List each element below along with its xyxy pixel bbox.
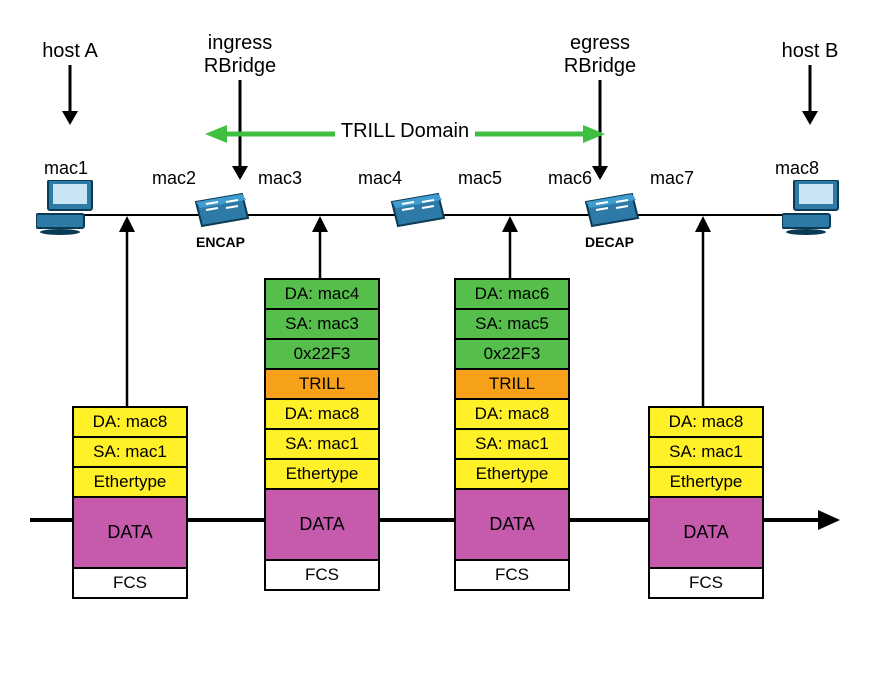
trill-domain-text: TRILL Domain [335, 120, 475, 142]
egress-line1: egress [570, 32, 630, 54]
switch-icon [192, 192, 252, 230]
frame-cell: SA: mac1 [74, 438, 186, 468]
frame-cell: FCS [456, 561, 568, 589]
egress-line2: RBridge [564, 55, 636, 77]
arrow-up-icon [117, 216, 137, 406]
computer-icon [782, 180, 842, 235]
encap-label: ENCAP [196, 234, 245, 250]
frame-stack: DA: mac6SA: mac50x22F3TRILLDA: mac8SA: m… [454, 278, 570, 591]
computer-icon [36, 180, 96, 235]
frame-cell: SA: mac1 [650, 438, 762, 468]
mac2-label: mac2 [152, 168, 196, 189]
mac6-label: mac6 [548, 168, 592, 189]
frame-stack: DA: mac8SA: mac1EthertypeDATAFCS [72, 406, 188, 599]
frame-cell: SA: mac3 [266, 310, 378, 340]
mac8-label: mac8 [775, 158, 819, 179]
frame-stack: DA: mac4SA: mac30x22F3TRILLDA: mac8SA: m… [264, 278, 380, 591]
frame-cell: DA: mac8 [650, 408, 762, 438]
frame-cell: Ethertype [650, 468, 762, 498]
ingress-line1: ingress [208, 32, 272, 54]
frame-cell: DATA [456, 490, 568, 561]
mac7-label: mac7 [650, 168, 694, 189]
frame-cell: DATA [266, 490, 378, 561]
arrow-right-icon [818, 508, 842, 532]
trill-domain-label: TRILL Domain [205, 120, 605, 143]
mac1-label: mac1 [44, 158, 88, 179]
frame-cell: TRILL [456, 370, 568, 400]
frame-cell: DA: mac8 [74, 408, 186, 438]
frame-cell: DATA [74, 498, 186, 569]
frame-cell: SA: mac1 [456, 430, 568, 460]
frame-stack: DA: mac8SA: mac1EthertypeDATAFCS [648, 406, 764, 599]
frame-cell: DA: mac8 [456, 400, 568, 430]
mac5-label: mac5 [458, 168, 502, 189]
frame-cell: FCS [266, 561, 378, 589]
frame-cell: FCS [74, 569, 186, 597]
frame-cell: DA: mac8 [266, 400, 378, 430]
mac4-label: mac4 [358, 168, 402, 189]
frame-cell: SA: mac5 [456, 310, 568, 340]
host-b-text: host B [782, 40, 839, 62]
diagram-stage: host A ingress RBridge egress RBridge ho… [30, 20, 850, 660]
arrow-down-icon [800, 65, 820, 125]
host-b-label: host B [770, 40, 850, 125]
frame-cell: TRILL [266, 370, 378, 400]
frame-cell: 0x22F3 [456, 340, 568, 370]
ingress-label: ingress RBridge [190, 32, 290, 180]
arrow-up-icon [693, 216, 713, 406]
host-a-label: host A [30, 40, 110, 125]
egress-label: egress RBridge [550, 32, 650, 180]
host-a-text: host A [42, 40, 98, 62]
arrow-up-icon [310, 216, 330, 278]
frame-cell: DATA [650, 498, 762, 569]
ingress-line2: RBridge [204, 55, 276, 77]
frame-cell: DA: mac6 [456, 280, 568, 310]
frame-cell: 0x22F3 [266, 340, 378, 370]
frame-cell: DA: mac4 [266, 280, 378, 310]
frame-cell: FCS [650, 569, 762, 597]
frame-cell: Ethertype [74, 468, 186, 498]
frame-cell: Ethertype [266, 460, 378, 490]
mac3-label: mac3 [258, 168, 302, 189]
arrow-up-icon [500, 216, 520, 278]
arrow-down-icon [60, 65, 80, 125]
frame-cell: Ethertype [456, 460, 568, 490]
switch-icon [388, 192, 448, 230]
decap-label: DECAP [585, 234, 634, 250]
frame-cell: SA: mac1 [266, 430, 378, 460]
switch-icon [582, 192, 642, 230]
